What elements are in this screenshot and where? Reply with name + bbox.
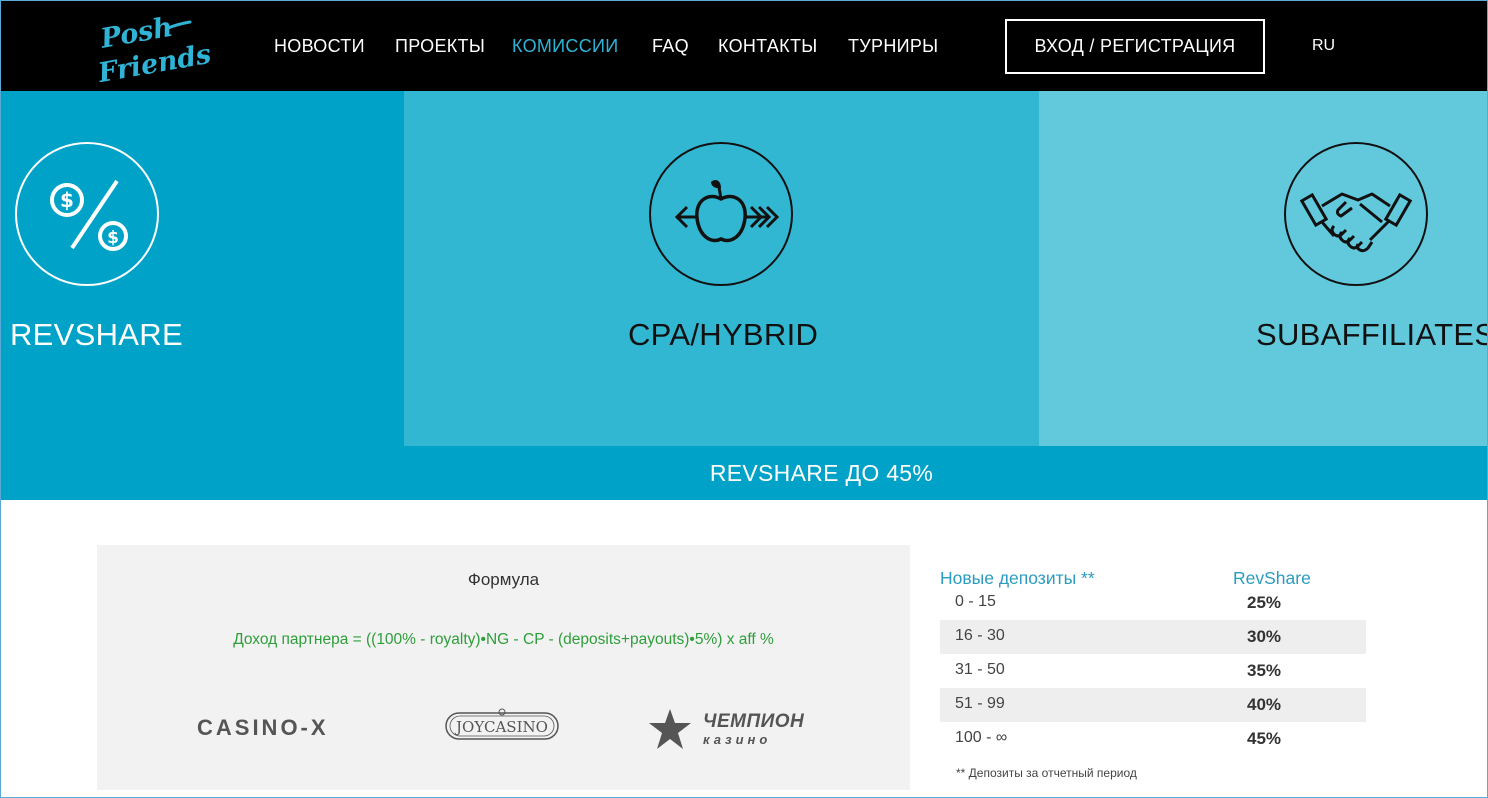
panel-title-revshare: REVSHARE bbox=[10, 317, 183, 352]
joycasino-logo[interactable]: JOYCASINO bbox=[442, 707, 562, 745]
nav-item-news[interactable]: НОВОСТИ bbox=[274, 36, 365, 57]
nav-item-tournaments[interactable]: ТУРНИРЫ bbox=[848, 36, 938, 57]
language-switcher[interactable]: RU bbox=[1312, 37, 1335, 55]
login-register-button[interactable]: ВХОД / РЕГИСТРАЦИЯ bbox=[1005, 19, 1265, 74]
casino-x-logo[interactable]: CASINO-X bbox=[197, 715, 329, 741]
panel-subaffiliates[interactable]: SUBAFFILIATES bbox=[1039, 91, 1488, 446]
joycasino-text: JOYCASINO bbox=[454, 718, 548, 736]
table-row: 100 - ∞ 45% bbox=[940, 722, 1366, 756]
nav-item-contacts[interactable]: КОНТАКТЫ bbox=[718, 36, 818, 57]
champion-text: ЧЕМПИОН bbox=[703, 711, 805, 732]
revshare-percent: 25% bbox=[1247, 593, 1282, 612]
table-row: 0 - 15 25% bbox=[940, 586, 1366, 620]
dollar-percent-icon: $ $ bbox=[15, 142, 159, 286]
deposit-range: 0 - 15 bbox=[955, 593, 996, 610]
panel-cpa-hybrid[interactable]: CPA/HYBRID bbox=[404, 91, 1039, 446]
revshare-percent: 40% bbox=[1247, 695, 1282, 714]
nav-item-faq[interactable]: FAQ bbox=[652, 36, 689, 57]
table-row: 51 - 99 40% bbox=[940, 688, 1366, 722]
handshake-icon bbox=[1284, 142, 1428, 286]
apple-arrow-icon bbox=[649, 142, 793, 286]
formula-box: Формула Доход партнера = ((100% - royalt… bbox=[97, 545, 910, 790]
svg-text:$: $ bbox=[107, 228, 119, 248]
star-icon bbox=[649, 709, 691, 749]
revshare-percent: 30% bbox=[1247, 627, 1282, 646]
posh-friends-logo[interactable]: Posh Friends bbox=[96, 12, 212, 82]
nav-item-projects[interactable]: ПРОЕКТЫ bbox=[395, 36, 485, 57]
table-row: 16 - 30 30% bbox=[940, 620, 1366, 654]
svg-text:$: $ bbox=[60, 188, 74, 212]
formula-title: Формула bbox=[467, 570, 540, 589]
formula-text: Доход партнера = ((100% - royalty)•NG - … bbox=[233, 631, 774, 648]
top-header: Posh Friends НОВОСТИ ПРОЕКТЫ КОМИССИИ FA… bbox=[0, 0, 1488, 91]
panel-title-cpa-hybrid: CPA/HYBRID bbox=[628, 317, 819, 352]
champion-casino-logo[interactable]: ЧЕМПИОН казино bbox=[647, 705, 817, 755]
revshare-percent: 45% bbox=[1247, 729, 1282, 748]
deposit-range: 100 - ∞ bbox=[955, 729, 1008, 746]
deposit-range: 31 - 50 bbox=[955, 661, 1005, 678]
panel-title-subaffiliates: SUBAFFILIATES bbox=[1256, 317, 1488, 352]
table-row: 31 - 50 35% bbox=[940, 654, 1366, 688]
revshare-percent: 35% bbox=[1247, 661, 1282, 680]
deposits-footnote: ** Депозиты за отчетный период bbox=[956, 766, 1137, 780]
deposit-range: 16 - 30 bbox=[955, 627, 1005, 644]
nav-item-commissions[interactable]: КОМИССИИ bbox=[512, 36, 619, 57]
revshare-banner: REVSHARE ДО 45% bbox=[0, 446, 1488, 500]
champion-subtext: казино bbox=[703, 732, 772, 747]
deposit-range: 51 - 99 bbox=[955, 695, 1005, 712]
panel-revshare[interactable]: $ $ REVSHARE bbox=[0, 91, 404, 446]
commission-types: $ $ REVSHARE CPA/HYBRID SUBAFFILIATES bbox=[0, 91, 1488, 446]
